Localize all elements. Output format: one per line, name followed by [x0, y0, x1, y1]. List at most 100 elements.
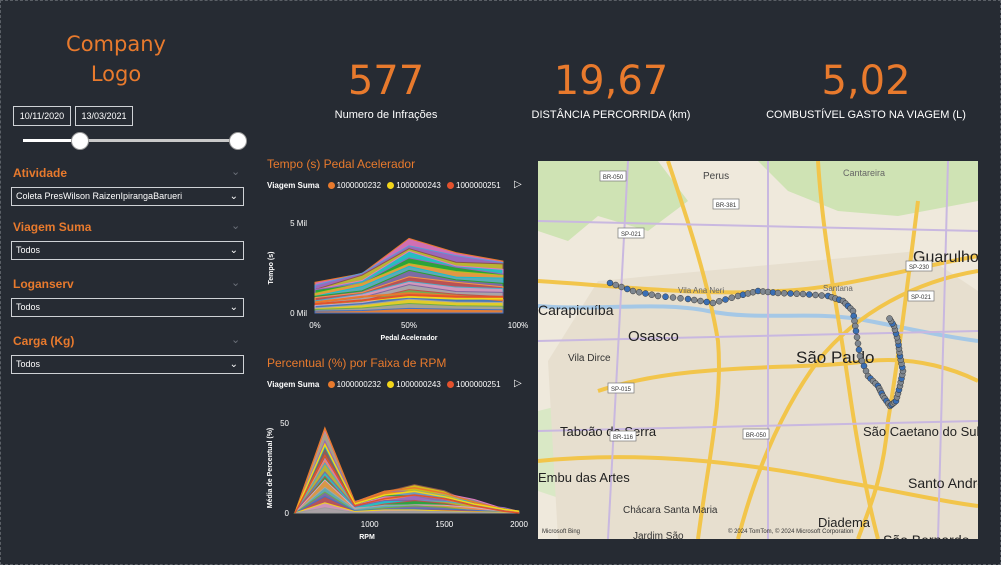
map-place-label: Jardim São: [633, 531, 684, 539]
kpi-distance-label: DISTÂNCIA PERCORRIDA (km): [531, 109, 691, 121]
legend-item[interactable]: 1000000232: [327, 380, 381, 389]
road-shield: SP-021: [907, 290, 935, 302]
y-tick-label: 50: [280, 419, 289, 428]
route-point: [853, 334, 861, 341]
filter-label-viagem-suma: Viagem Suma: [13, 220, 92, 234]
map-place-label: São Bernardo: [883, 532, 970, 539]
atividade-dropdown[interactable]: Coleta PresWilson RaizenIpirangaBarueri …: [11, 187, 244, 206]
map-place-label: Vila Dirce: [568, 353, 611, 364]
route-point: [684, 295, 692, 303]
dashboard: Company Logo 10/11/2020 13/03/2021 Ativi…: [0, 0, 1001, 565]
y-axis-title: Média de Percentual (%): [267, 428, 274, 509]
map-place-label: Vila Ana Neri: [678, 286, 724, 295]
route-point: [812, 291, 819, 299]
route-point: [722, 296, 729, 303]
y-tick-label: 0 Mil: [290, 309, 307, 318]
viagem-suma-dropdown[interactable]: Todos ⌄: [11, 241, 244, 260]
filter-label-atividade: Atividade: [13, 166, 68, 180]
x-axis-title: Pedal Acelerador: [381, 335, 438, 342]
chevron-down-icon[interactable]: ⌄: [231, 333, 240, 346]
legend-title: Viagem Suma: [267, 380, 320, 389]
road-shield-label: SP-015: [611, 387, 632, 393]
road-shield-label: SP-021: [911, 295, 932, 301]
route-point: [854, 340, 862, 347]
date-slider-start-handle[interactable]: [71, 132, 89, 150]
kpi-fuel-label: COMBUSTÍVEL GASTO NA VIAGEM (L): [766, 109, 966, 121]
route-point: [636, 289, 643, 296]
route-point: [793, 290, 800, 297]
map-brand: Microsoft Bing: [542, 529, 580, 535]
map-attribution: © 2024 TomTom, © 2024 Microsoft Corporat…: [728, 528, 853, 535]
legend-item[interactable]: 1000000243: [387, 380, 441, 389]
carga-dropdown[interactable]: Todos ⌄: [11, 355, 244, 374]
road-shield: SP-021: [617, 227, 645, 239]
route-point: [855, 346, 863, 353]
route-point: [709, 299, 717, 307]
y-tick-label: 5 Mil: [290, 219, 307, 228]
chevron-down-icon[interactable]: ⌄: [231, 276, 240, 289]
route-point: [606, 279, 614, 287]
legend-item[interactable]: 1000000243: [387, 181, 441, 190]
road-shield: SP-230: [905, 260, 933, 272]
route-point: [781, 290, 788, 297]
route-point: [612, 281, 619, 289]
map-place-label: Taboão da Serra: [560, 424, 657, 439]
route-map[interactable]: Perus Cantareira São Paulo Osasco Carapicuíb…: [538, 161, 978, 539]
route-point: [774, 289, 782, 297]
legend-next-icon[interactable]: ▷: [514, 378, 522, 389]
y-tick-label: 0: [285, 509, 290, 518]
road-shield-label: BR-116: [613, 435, 634, 441]
start-date-input[interactable]: 10/11/2020: [13, 106, 71, 126]
route-point: [852, 327, 860, 335]
chevron-down-icon[interactable]: ⌄: [231, 219, 240, 232]
map-place-label: Santana: [823, 284, 853, 293]
y-axis-title: Tempo (s): [268, 252, 275, 285]
road-shield-label: SP-021: [621, 232, 642, 238]
rpm-chart: 5001000 1500 2000RPMMédia de Percentual (%…: [267, 419, 528, 541]
map-place-label: São Caetano do Sul: [863, 424, 978, 439]
route-point: [806, 291, 813, 298]
map-place-label: Perus: [703, 171, 729, 182]
route-point: [818, 292, 825, 299]
route-point: [703, 298, 710, 306]
date-slider-end-handle[interactable]: [229, 132, 247, 150]
kpi-fuel-value: 5,02: [821, 58, 911, 104]
road-shield-label: BR-381: [716, 203, 737, 209]
route-point: [697, 297, 704, 305]
chart-legend-pedal: Viagem Suma 1000000232 1000000243 100000…: [267, 181, 505, 190]
x-tick-label: 100%: [508, 321, 528, 330]
chevron-down-icon: ⌄: [229, 191, 238, 202]
route-point: [629, 287, 637, 295]
chevron-down-icon: ⌄: [229, 359, 238, 370]
map-place-label: Santo André: [908, 475, 978, 491]
route-point: [662, 293, 669, 300]
legend-item[interactable]: 1000000251: [447, 181, 501, 190]
map-place-label: Embu das Artes: [538, 470, 630, 485]
legend-item[interactable]: 1000000232: [327, 181, 381, 190]
map-place-label: Chácara Santa Maria: [623, 505, 718, 516]
end-date-input[interactable]: 13/03/2021: [75, 106, 133, 126]
route-point: [799, 290, 807, 298]
filter-label-carga: Carga (Kg): [13, 334, 75, 348]
map-place-label: Diadema: [818, 515, 871, 530]
kpi-distance-value: 19,67: [553, 58, 669, 104]
x-tick-label: 1500: [435, 520, 453, 529]
route-point: [886, 315, 893, 322]
route-point: [787, 290, 794, 297]
road-shield-label: SP-230: [909, 265, 930, 271]
legend-item[interactable]: 1000000251: [447, 380, 501, 389]
legend-next-icon[interactable]: ▷: [514, 179, 522, 190]
pedal-chart: 5 Mil 0 Mil0% 50% 100% Pedal Acelerador Tempo…: [268, 219, 528, 342]
chevron-down-icon[interactable]: ⌄: [231, 165, 240, 178]
company-logo: Company Logo: [41, 29, 191, 89]
road-shield: BR-116: [609, 430, 637, 442]
chevron-down-icon: ⌄: [229, 302, 238, 313]
loganserv-dropdown[interactable]: Todos ⌄: [11, 298, 244, 317]
x-tick-label: 50%: [401, 321, 417, 330]
loganserv-dropdown-value: Todos: [16, 302, 41, 312]
route-point: [642, 290, 649, 297]
chart-legend-rpm: Viagem Suma 1000000232 1000000243 100000…: [267, 380, 505, 389]
route-point: [654, 292, 662, 300]
carga-dropdown-value: Todos: [16, 359, 41, 369]
route-point: [728, 294, 735, 301]
